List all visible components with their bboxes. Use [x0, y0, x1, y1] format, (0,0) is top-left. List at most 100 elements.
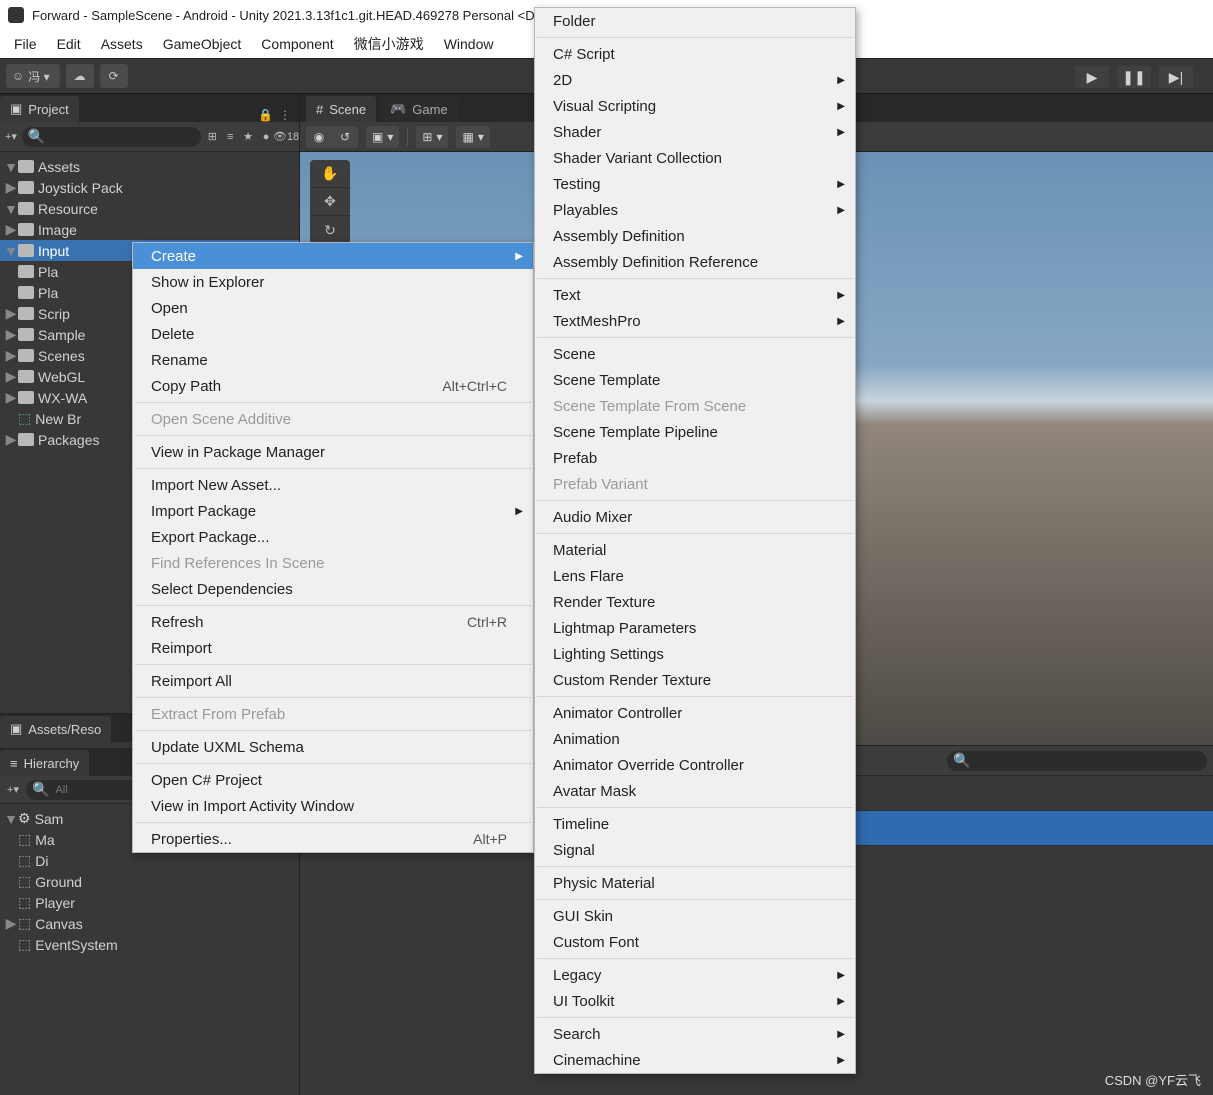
expand-icon[interactable]: ▶ — [4, 915, 18, 932]
menu-item[interactable]: Animator Controller — [535, 700, 855, 726]
menu-item[interactable]: Custom Render Texture — [535, 667, 855, 693]
menu-item[interactable]: Timeline — [535, 811, 855, 837]
menu-item[interactable]: Physic Material — [535, 870, 855, 896]
favorite-icon[interactable]: ● — [259, 128, 273, 146]
expand-icon[interactable]: ▶ — [4, 221, 18, 238]
menu-item[interactable]: View in Import Activity Window — [133, 793, 533, 819]
expand-icon[interactable]: ▶ — [4, 305, 18, 322]
expand-icon[interactable]: ▼ — [4, 243, 18, 259]
menu-item[interactable]: Shader Variant Collection — [535, 145, 855, 171]
menu-item[interactable]: Export Package... — [133, 524, 533, 550]
menu-item[interactable]: Animation — [535, 726, 855, 752]
menu-component[interactable]: Component — [251, 32, 343, 56]
grid-dropdown[interactable]: ⊞▾ — [416, 126, 448, 148]
menu-item[interactable]: Create▶ — [133, 243, 533, 269]
expand-icon[interactable]: ▶ — [4, 347, 18, 364]
menu-icon[interactable]: ⋮ — [279, 108, 291, 122]
menu-item[interactable]: Animator Override Controller — [535, 752, 855, 778]
expand-icon[interactable]: ▶ — [4, 179, 18, 196]
expand-icon[interactable]: ▼ — [4, 201, 18, 217]
menu-item[interactable]: Show in Explorer — [133, 269, 533, 295]
snap-dropdown[interactable]: ▦▾ — [456, 126, 489, 148]
cloud-button[interactable]: ☁ — [66, 64, 94, 88]
expand-icon[interactable]: ▶ — [4, 431, 18, 448]
menu-file[interactable]: File — [4, 32, 47, 56]
menu-item[interactable]: RefreshCtrl+R — [133, 609, 533, 635]
project-search-input[interactable] — [49, 130, 195, 144]
menu-item[interactable]: Scene Template — [535, 367, 855, 393]
tree-row[interactable]: ▼Resource — [0, 198, 299, 219]
menu-item[interactable]: Rename — [133, 347, 533, 373]
pivot-toggle-group[interactable]: ◉ ↺ — [306, 126, 358, 148]
hierarchy-item[interactable]: ⬚EventSystem — [0, 934, 299, 955]
menu-item[interactable]: TextMeshPro▶ — [535, 308, 855, 334]
menu-item[interactable]: Testing▶ — [535, 171, 855, 197]
menu-item[interactable]: Prefab — [535, 445, 855, 471]
hierarchy-tab[interactable]: ≡ Hierarchy — [0, 750, 89, 776]
menu-item[interactable]: Select Dependencies — [133, 576, 533, 602]
menu-item[interactable]: Text▶ — [535, 282, 855, 308]
step-button[interactable]: ▶| — [1159, 66, 1193, 88]
menu-item[interactable]: C# Script — [535, 41, 855, 67]
menu-edit[interactable]: Edit — [47, 32, 91, 56]
hierarchy-item[interactable]: ⬚Ground — [0, 871, 299, 892]
menu-item[interactable]: GUI Skin — [535, 903, 855, 929]
game-tab[interactable]: 🎮 Game — [380, 96, 458, 122]
menu-item[interactable]: Folder — [535, 8, 855, 34]
filter-type-icon[interactable]: ⊞ — [205, 128, 219, 146]
rotate-tool[interactable]: ↻ — [310, 216, 350, 244]
hierarchy-item[interactable]: ▶⬚Canvas — [0, 913, 299, 934]
menu-item[interactable]: Playables▶ — [535, 197, 855, 223]
menu-item[interactable]: Scene Template Pipeline — [535, 419, 855, 445]
menu-item[interactable]: Lighting Settings — [535, 641, 855, 667]
pause-button[interactable]: ❚❚ — [1117, 66, 1151, 88]
expand-icon[interactable]: ▶ — [4, 368, 18, 385]
hierarchy-item[interactable]: ⬚Player — [0, 892, 299, 913]
hierarchy-item[interactable]: ⬚Di — [0, 850, 299, 871]
console-search-input[interactable] — [974, 754, 1201, 768]
assetsreso-tab[interactable]: ▣ Assets/Reso — [0, 716, 111, 742]
expand-icon[interactable]: ▼ — [4, 159, 18, 175]
menu-item[interactable]: Audio Mixer — [535, 504, 855, 530]
expand-icon[interactable]: ▶ — [4, 326, 18, 343]
lock-icon[interactable]: 🔒 — [258, 108, 273, 122]
menu-assets[interactable]: Assets — [91, 32, 153, 56]
menu-item[interactable]: Assembly Definition — [535, 223, 855, 249]
menu-item[interactable]: Delete — [133, 321, 533, 347]
menu-item[interactable]: Copy PathAlt+Ctrl+C — [133, 373, 533, 399]
menu-item[interactable]: UI Toolkit▶ — [535, 988, 855, 1014]
tree-row[interactable]: ▶Image — [0, 219, 299, 240]
hand-tool[interactable]: ✋ — [310, 160, 350, 188]
project-search[interactable]: 🔍 — [22, 127, 201, 147]
menu-item[interactable]: Render Texture — [535, 589, 855, 615]
scene-tab[interactable]: # Scene — [306, 96, 376, 122]
menu-item[interactable]: Open C# Project — [133, 767, 533, 793]
hidden-count[interactable]: 👁18 — [277, 128, 295, 146]
menu-gameobject[interactable]: GameObject — [153, 32, 252, 56]
menu-item[interactable]: Open — [133, 295, 533, 321]
menu-item[interactable]: Properties...Alt+P — [133, 826, 533, 852]
menu-item[interactable]: Material — [535, 537, 855, 563]
menu-item[interactable]: Reimport All — [133, 668, 533, 694]
add-button[interactable]: +▾ — [4, 128, 18, 146]
menu-item[interactable]: Update UXML Schema — [133, 734, 533, 760]
menu-item[interactable]: Legacy▶ — [535, 962, 855, 988]
menu-item[interactable]: 2D▶ — [535, 67, 855, 93]
console-search[interactable]: 🔍 — [947, 751, 1207, 771]
menu-item[interactable]: Lightmap Parameters — [535, 615, 855, 641]
tree-assets[interactable]: ▼ Assets — [0, 156, 299, 177]
shading-dropdown[interactable]: ▣▾ — [366, 126, 399, 148]
menu-item[interactable]: View in Package Manager — [133, 439, 533, 465]
menu-item[interactable]: Import Package▶ — [133, 498, 533, 524]
menu-item[interactable]: Lens Flare — [535, 563, 855, 589]
menu-item[interactable]: Search▶ — [535, 1021, 855, 1047]
menu-item[interactable]: Assembly Definition Reference — [535, 249, 855, 275]
expand-icon[interactable]: ▼ — [4, 811, 18, 827]
menu-wechat[interactable]: 微信小游戏 — [344, 30, 434, 58]
move-tool[interactable]: ✥ — [310, 188, 350, 216]
project-tab[interactable]: ▣ Project — [0, 96, 79, 122]
account-button[interactable]: ☺ 冯 ▾ — [6, 64, 60, 88]
hierarchy-add-button[interactable]: +▾ — [4, 781, 22, 799]
expand-icon[interactable]: ▶ — [4, 389, 18, 406]
menu-item[interactable]: Custom Font — [535, 929, 855, 955]
